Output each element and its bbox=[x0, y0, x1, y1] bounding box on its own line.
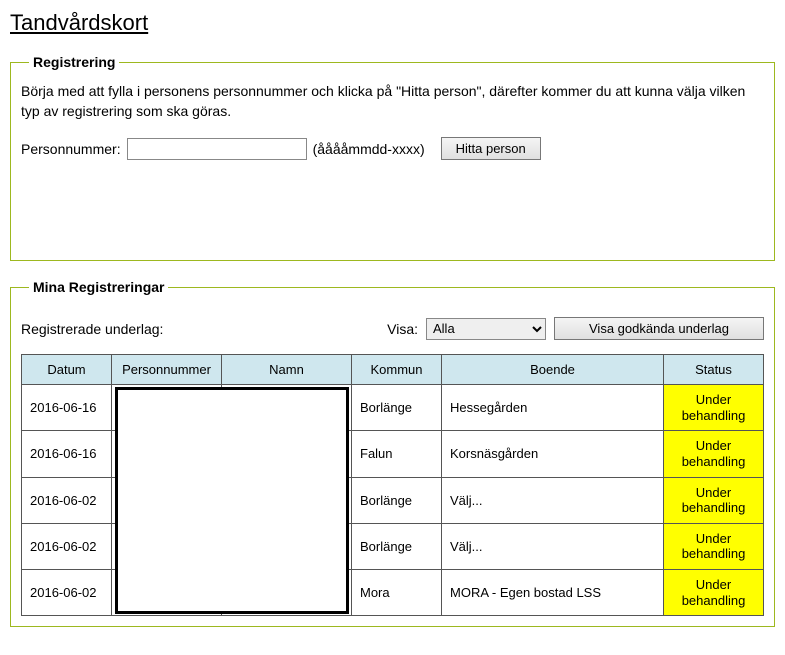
cell-kommun: Mora bbox=[352, 569, 442, 615]
table-row[interactable]: 2016-06-02 BorlängeVälj...Underbehandling bbox=[22, 523, 764, 569]
cell-namn bbox=[222, 385, 352, 431]
cell-kommun: Borlänge bbox=[352, 477, 442, 523]
table-row[interactable]: 2016-06-16 FalunKorsnäsgårdenUnderbehandl… bbox=[22, 431, 764, 477]
cell-pnr bbox=[112, 569, 222, 615]
table-row[interactable]: 2016-06-02 BorlängeVälj...Underbehandling bbox=[22, 477, 764, 523]
cell-kommun: Falun bbox=[352, 431, 442, 477]
cell-datum: 2016-06-02 bbox=[22, 569, 112, 615]
my-registrations-legend: Mina Registreringar bbox=[29, 279, 168, 295]
cell-namn bbox=[222, 569, 352, 615]
cell-kommun: Borlänge bbox=[352, 385, 442, 431]
table-row[interactable]: 2016-06-02 MoraMORA - Egen bostad LSSUnde… bbox=[22, 569, 764, 615]
cell-namn bbox=[222, 431, 352, 477]
cell-datum: 2016-06-16 bbox=[22, 431, 112, 477]
cell-status: Underbehandling bbox=[664, 523, 764, 569]
my-registrations-fieldset: Mina Registreringar Registrerade underla… bbox=[10, 279, 775, 627]
cell-status: Underbehandling bbox=[664, 385, 764, 431]
cell-boende: Välj... bbox=[442, 477, 664, 523]
registration-intro: Börja med att fylla i personens personnu… bbox=[21, 82, 764, 121]
find-person-button[interactable]: Hitta person bbox=[441, 137, 541, 160]
personnummer-input[interactable] bbox=[127, 138, 307, 160]
registration-legend: Registrering bbox=[29, 54, 119, 70]
cell-status: Underbehandling bbox=[664, 569, 764, 615]
registered-underlag-label: Registrerade underlag: bbox=[21, 321, 163, 337]
personnummer-hint: (ååååmmdd-xxxx) bbox=[313, 141, 425, 157]
cell-datum: 2016-06-16 bbox=[22, 385, 112, 431]
col-kommun: Kommun bbox=[352, 355, 442, 385]
cell-boende: Välj... bbox=[442, 523, 664, 569]
cell-namn bbox=[222, 523, 352, 569]
cell-namn bbox=[222, 477, 352, 523]
registration-fieldset: Registrering Börja med att fylla i perso… bbox=[10, 54, 775, 261]
show-approved-button[interactable]: Visa godkända underlag bbox=[554, 317, 764, 340]
registrations-table: Datum Personnummer Namn Kommun Boende St… bbox=[21, 354, 764, 616]
cell-boende: Korsnäsgården bbox=[442, 431, 664, 477]
col-status: Status bbox=[664, 355, 764, 385]
personnummer-label: Personnummer: bbox=[21, 141, 121, 157]
cell-status: Underbehandling bbox=[664, 431, 764, 477]
cell-pnr bbox=[112, 523, 222, 569]
visa-select[interactable]: Alla bbox=[426, 318, 546, 340]
page-title: Tandvårdskort bbox=[10, 10, 775, 36]
cell-pnr bbox=[112, 431, 222, 477]
col-personnummer: Personnummer bbox=[112, 355, 222, 385]
cell-pnr bbox=[112, 477, 222, 523]
cell-datum: 2016-06-02 bbox=[22, 523, 112, 569]
visa-label: Visa: bbox=[387, 321, 418, 337]
cell-status: Underbehandling bbox=[664, 477, 764, 523]
cell-boende: MORA - Egen bostad LSS bbox=[442, 569, 664, 615]
col-boende: Boende bbox=[442, 355, 664, 385]
table-row[interactable]: 2016-06-16 BorlängeHessegårdenUnderbehand… bbox=[22, 385, 764, 431]
cell-boende: Hessegården bbox=[442, 385, 664, 431]
cell-kommun: Borlänge bbox=[352, 523, 442, 569]
cell-datum: 2016-06-02 bbox=[22, 477, 112, 523]
cell-pnr bbox=[112, 385, 222, 431]
col-namn: Namn bbox=[222, 355, 352, 385]
col-datum: Datum bbox=[22, 355, 112, 385]
